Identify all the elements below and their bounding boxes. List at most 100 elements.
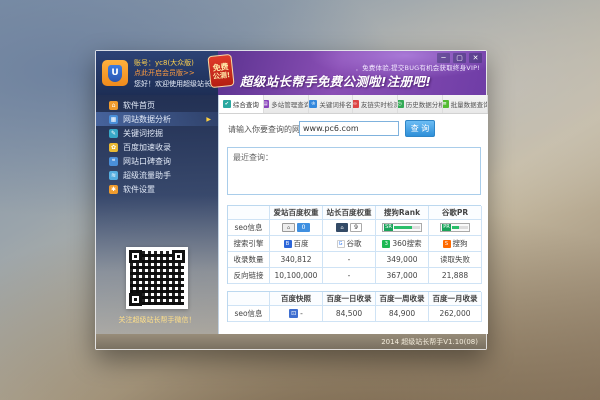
seo-table: 爱站百度权重 站长百度权重 搜狗Rank 谷歌PR seo信息 ⌂ 0 ⌂ 9 … [227, 205, 481, 284]
qr-eye-icon [129, 293, 142, 306]
version-text: 2014 超级站长帮手V1.10(08) [381, 337, 478, 347]
qr-code [126, 247, 188, 309]
snapshot-value: - [300, 309, 303, 318]
sidebar-item-label: 网站口碑查询 [123, 156, 171, 167]
query-button[interactable]: 查 询 [405, 120, 435, 137]
tab-multisite-management[interactable]: ▤ 多站管理查询 [264, 95, 309, 113]
google-pr-cell: PR [429, 220, 482, 236]
column-header: 站长百度权重 [323, 206, 376, 220]
tab-label: 关键词排名 [319, 99, 352, 109]
ranking-icon: ♔ [309, 100, 317, 108]
paw-icon: ✿ [109, 143, 118, 152]
so360-icon: 3 [382, 240, 390, 248]
app-window: U 账号：yc8(大众版) 点此开启会员版>> 您好！欢迎使用超级站长帮手 免费… [95, 50, 487, 350]
row-label-backlinks: 反向链接 [228, 268, 270, 284]
sidebar: ⌂ 软件首页 ▦ 网站数据分析 ▶ ✎ 关键词挖掘 ✿ 百度加速收录 ❝ [96, 95, 218, 334]
tab-label: 综合查询 [233, 99, 259, 109]
sidebar-item-label: 关键词挖掘 [123, 128, 163, 139]
tab-comprehensive-query[interactable]: ✔ 综合查询 [219, 95, 264, 113]
tab-label: 批量数据查询 [451, 99, 488, 109]
app-logo-icon: U [102, 60, 128, 86]
column-header: 爱站百度权重 [270, 206, 323, 220]
sidebar-item-baidu-speedup[interactable]: ✿ 百度加速收录 [96, 140, 218, 154]
pr-bar [452, 226, 468, 229]
chinaz-weight-badge: 9 [350, 223, 362, 232]
baidu-month-included: 262,000 [429, 306, 482, 322]
column-header: 百度一周收录 [376, 292, 429, 306]
window-header: U 账号：yc8(大众版) 点此开启会员版>> 您好！欢迎使用超级站长帮手 免费… [96, 51, 486, 95]
snapshot-icon: ⊡ [289, 309, 298, 318]
comment-icon: ❝ [109, 157, 118, 166]
sidebar-item-label: 网站数据分析 [123, 114, 171, 125]
row-label-seo-info: seo信息 [228, 220, 270, 236]
qr-eye-icon [129, 250, 142, 263]
chinaz-weight-cell: ⌂ 9 [323, 220, 376, 236]
window-controls: ─ ▢ ✕ [437, 53, 482, 63]
sidebar-item-site-reputation[interactable]: ❝ 网站口碑查询 [96, 154, 218, 168]
maximize-button[interactable]: ▢ [453, 53, 466, 63]
sidebar-item-traffic-helper[interactable]: ≋ 超级流量助手 [96, 168, 218, 182]
chart-icon: ▦ [109, 115, 118, 124]
sidebar-item-home[interactable]: ⌂ 软件首页 [96, 98, 218, 112]
sidebar-item-keyword-mining[interactable]: ✎ 关键词挖掘 [96, 126, 218, 140]
tab-keyword-ranking[interactable]: ♔ 关键词排名 [309, 95, 354, 113]
engine-360-cell: 3 360搜索 [376, 236, 429, 252]
account-username: 账号：yc8(大众版) [134, 58, 194, 68]
main-panel: ✔ 综合查询 ▤ 多站管理查询 ♔ 关键词排名 ∞ 友链实时检测 ◷ 历史数 [218, 95, 488, 334]
tab-history-analysis[interactable]: ◷ 历史数据分析 [398, 95, 443, 113]
aizhan-badge-icon: ⌂ [282, 223, 295, 232]
baidu-day-included: 84,500 [323, 306, 376, 322]
backlinks-baidu: 10,100,000 [270, 268, 323, 284]
row-label-search-engine: 搜索引擎 [228, 236, 270, 252]
batch-icon: ≣ [443, 100, 448, 108]
minimize-button[interactable]: ─ [437, 53, 450, 63]
upgrade-member-link[interactable]: 点此开启会员版>> [134, 68, 195, 78]
baidu-icon: B [284, 240, 292, 248]
sidebar-item-site-data-analysis[interactable]: ▦ 网站数据分析 ▶ [96, 112, 218, 126]
engine-name: 谷歌 [347, 238, 362, 249]
banner-headline: 超级站长帮手免费公测啦!注册吧! [240, 71, 484, 90]
table-corner [228, 292, 270, 306]
tab-friendlink-check[interactable]: ∞ 友链实时检测 [353, 95, 398, 113]
home-icon: ⌂ [109, 101, 118, 110]
url-input[interactable] [299, 121, 399, 136]
sidebar-item-label: 超级流量助手 [123, 170, 171, 181]
traffic-icon: ≋ [109, 171, 118, 180]
desktop-wallpaper: U 账号：yc8(大众版) 点此开启会员版>> 您好！欢迎使用超级站长帮手 免费… [0, 0, 600, 400]
engine-google-cell: G 谷歌 [323, 236, 376, 252]
column-header: 谷歌PR [429, 206, 482, 220]
sidebar-item-label: 软件设置 [123, 184, 155, 195]
shield-icon: U [108, 65, 122, 82]
backlinks-google: - [323, 268, 376, 284]
row-label-included: 收录数量 [228, 252, 270, 268]
active-arrow-icon: ▶ [206, 116, 211, 123]
history-icon: ◷ [398, 100, 403, 108]
status-bar: 2014 超级站长帮手V1.10(08) [96, 334, 486, 349]
sidebar-item-label: 软件首页 [123, 100, 155, 111]
sidebar-menu: ⌂ 软件首页 ▦ 网站数据分析 ▶ ✎ 关键词挖掘 ✿ 百度加速收录 ❝ [96, 98, 218, 196]
sr-bar [394, 226, 420, 229]
recent-query-box: 最近查询： [227, 147, 481, 195]
google-pr-meter: PR [440, 223, 470, 232]
column-header: 百度一日收录 [323, 292, 376, 306]
sidebar-item-settings[interactable]: ✱ 软件设置 [96, 182, 218, 196]
stamp-line2: 公测! [212, 71, 230, 81]
promo-stamp-icon: 免费 公测! [207, 54, 234, 88]
tab-batch-query[interactable]: ≣ 批量数据查询 [443, 95, 488, 113]
close-button[interactable]: ✕ [469, 53, 482, 63]
aizhan-weight-badge: 0 [297, 223, 310, 232]
tab-label: 多站管理查询 [271, 99, 308, 109]
tab-label: 友链实时检测 [361, 99, 398, 109]
keyword-icon: ✎ [109, 129, 118, 138]
multisite-icon: ▤ [264, 100, 269, 108]
baidu-week-included: 84,900 [376, 306, 429, 322]
snapshot-table: 百度快照 百度一日收录 百度一周收录 百度一月收录 seo信息 ⊡ - 84,5… [227, 291, 481, 322]
sogou-rank-cell: SR [376, 220, 429, 236]
included-sogou: 读取失败 [429, 252, 482, 268]
included-google: - [323, 252, 376, 268]
recent-query-label: 最近查询： [233, 152, 273, 163]
engine-name: 百度 [294, 238, 309, 249]
qr-caption: 关注超级站长帮手微信！ [96, 315, 218, 325]
backlinks-sogou: 21,888 [429, 268, 482, 284]
qr-eye-icon [172, 250, 185, 263]
